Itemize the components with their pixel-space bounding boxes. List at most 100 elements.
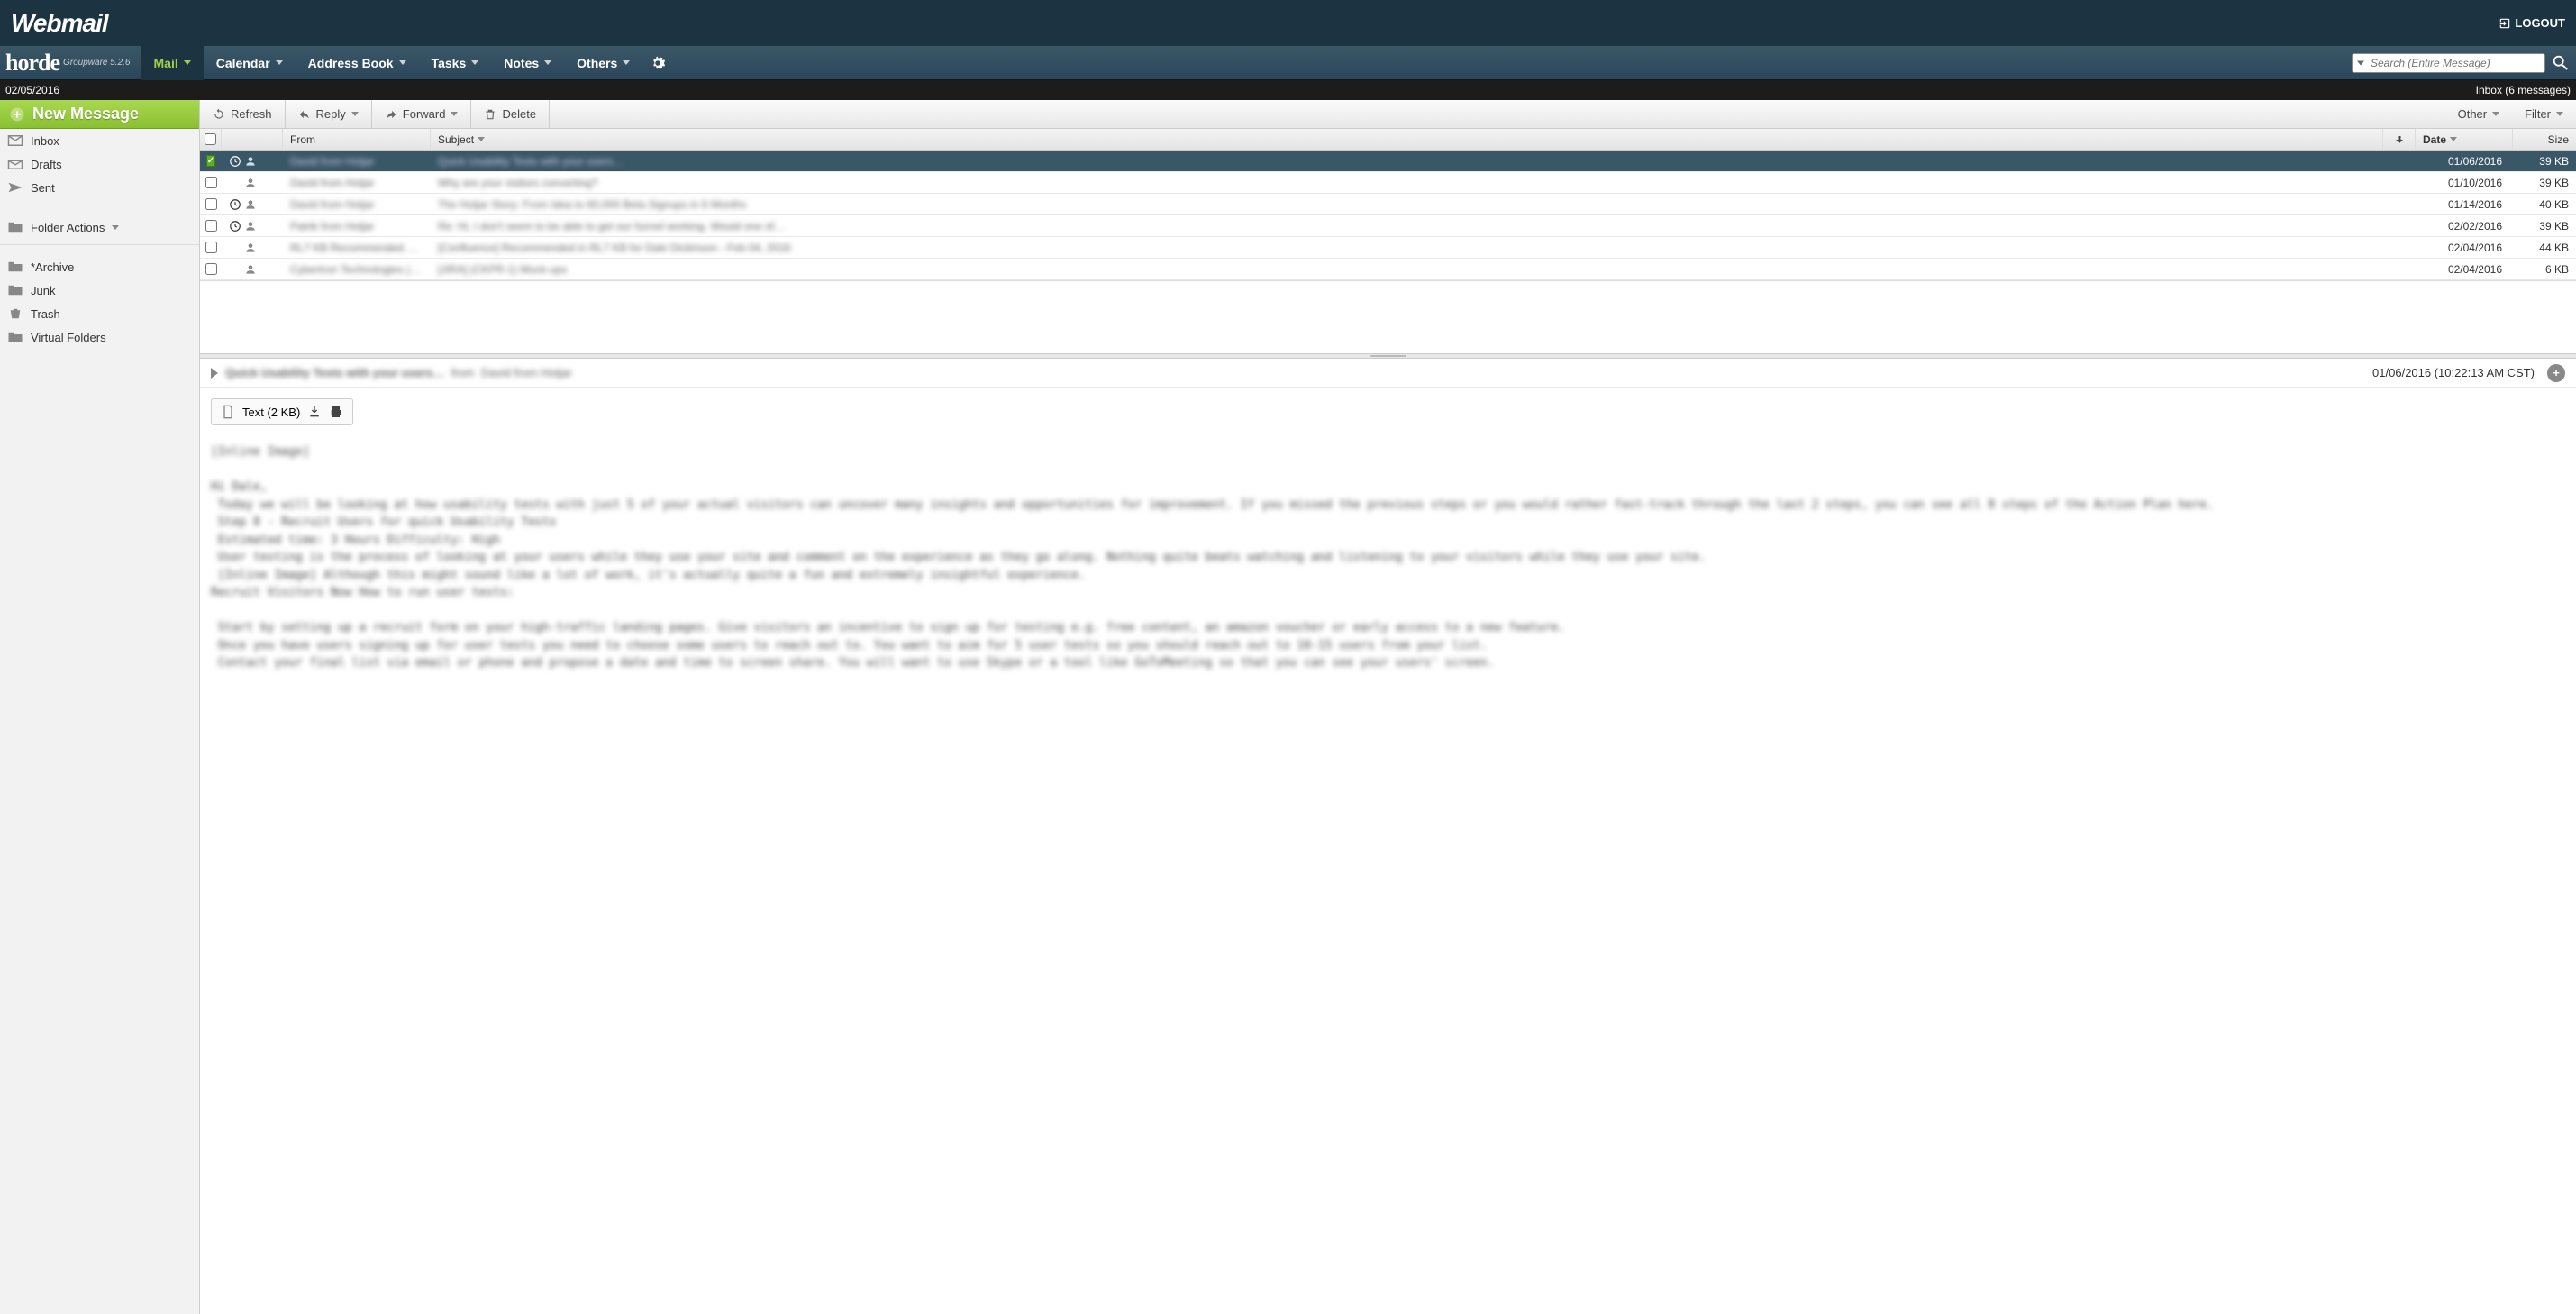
search-icon[interactable] bbox=[2551, 53, 2571, 73]
sidebar-inbox[interactable]: Inbox bbox=[0, 129, 199, 152]
clock-icon bbox=[229, 155, 241, 168]
search-caret-icon[interactable] bbox=[2357, 60, 2364, 65]
preview-pane: Quick Usability Tests with your users… f… bbox=[200, 359, 2576, 1314]
table-row[interactable]: Cybertron Technologies (… [JIRA] (CKPR-1)… bbox=[200, 259, 2576, 280]
filter-dropdown[interactable]: Filter bbox=[2512, 100, 2576, 128]
nav-others[interactable]: Others bbox=[564, 46, 642, 80]
size-text: 39 KB bbox=[2513, 172, 2576, 193]
navbar: horde Groupware 5.2.6 Mail Calendar Addr… bbox=[0, 46, 2576, 80]
column-size[interactable]: Size bbox=[2513, 129, 2576, 150]
horde-version: Groupware 5.2.6 bbox=[63, 58, 131, 68]
person-icon bbox=[244, 177, 257, 189]
add-icon[interactable]: + bbox=[2547, 364, 2565, 382]
caret-icon bbox=[2450, 137, 2457, 141]
folder-icon bbox=[7, 221, 23, 233]
delete-button[interactable]: Delete bbox=[471, 100, 550, 128]
caret-icon bbox=[399, 60, 406, 65]
date-text: 01/06/2016 bbox=[2416, 151, 2513, 171]
row-checkbox[interactable] bbox=[205, 263, 217, 275]
from-text: Cybertron Technologies (… bbox=[290, 263, 421, 276]
table-row[interactable]: ✓David from HotjarQuick Usability Tests … bbox=[200, 151, 2576, 172]
table-row[interactable]: Patrik from Hotjar Re: Hi, I don't seem t… bbox=[200, 215, 2576, 237]
nav-notes[interactable]: Notes bbox=[491, 46, 564, 80]
logout-button[interactable]: LOGOUT bbox=[2499, 16, 2565, 30]
row-checkbox[interactable] bbox=[205, 220, 217, 232]
nav-calendar[interactable]: Calendar bbox=[204, 46, 296, 80]
other-dropdown[interactable]: Other bbox=[2445, 100, 2513, 128]
person-icon bbox=[244, 263, 257, 276]
date-text: 01/14/2016 bbox=[2416, 194, 2513, 214]
folder-icon bbox=[7, 331, 23, 343]
select-all-checkbox[interactable] bbox=[205, 133, 216, 145]
message-list: ✓David from HotjarQuick Usability Tests … bbox=[200, 151, 2576, 281]
inbox-icon bbox=[7, 134, 23, 147]
print-icon[interactable] bbox=[329, 405, 343, 419]
nav-address-book[interactable]: Address Book bbox=[296, 46, 419, 80]
refresh-button[interactable]: Refresh bbox=[200, 100, 286, 128]
subject-text: [JIRA] (CKPR-1) Mock-ups bbox=[438, 263, 567, 276]
caret-icon bbox=[112, 225, 119, 230]
row-checkbox[interactable] bbox=[205, 198, 217, 210]
column-date[interactable]: Date bbox=[2416, 129, 2513, 150]
forward-button[interactable]: Forward bbox=[372, 100, 472, 128]
trash-icon bbox=[484, 108, 496, 121]
folder-actions-dropdown[interactable]: Folder Actions bbox=[0, 215, 199, 239]
person-icon bbox=[244, 155, 257, 168]
table-row[interactable]: David from Hotjar Why are your visitors c… bbox=[200, 172, 2576, 194]
column-from[interactable]: From bbox=[283, 129, 431, 150]
caret-icon bbox=[2556, 112, 2563, 116]
sidebar-virtual-folders[interactable]: Virtual Folders bbox=[0, 325, 199, 349]
sent-icon bbox=[7, 181, 23, 194]
caret-icon bbox=[351, 112, 359, 116]
download-icon[interactable] bbox=[307, 405, 322, 419]
caret-icon bbox=[276, 60, 283, 65]
table-row[interactable]: RL7 KB Recommended … [Confluence] Recomme… bbox=[200, 237, 2576, 259]
nav-mail[interactable]: Mail bbox=[141, 46, 204, 80]
current-date: 02/05/2016 bbox=[5, 84, 59, 96]
caret-icon bbox=[544, 60, 551, 65]
webmail-logo: Webmail bbox=[11, 9, 108, 38]
caret-icon bbox=[478, 137, 485, 141]
inbox-status: Inbox (6 messages) bbox=[2476, 84, 2571, 96]
drafts-icon bbox=[7, 158, 23, 170]
subject-text: Why are your visitors converting? bbox=[438, 177, 597, 189]
nav-tasks[interactable]: Tasks bbox=[419, 46, 492, 80]
search-input[interactable] bbox=[2352, 53, 2545, 73]
datebar: 02/05/2016 Inbox (6 messages) bbox=[0, 80, 2576, 100]
from-text: Patrik from Hotjar bbox=[290, 220, 374, 233]
subject-text: Re: Hi, I don't seem to be able to get o… bbox=[438, 220, 785, 233]
date-text: 02/02/2016 bbox=[2416, 215, 2513, 236]
from-text: David from Hotjar bbox=[290, 198, 374, 211]
sidebar-sent[interactable]: Sent bbox=[0, 176, 199, 199]
sidebar-trash[interactable]: Trash bbox=[0, 302, 199, 325]
column-subject[interactable]: Subject bbox=[431, 129, 2383, 150]
person-icon bbox=[244, 242, 257, 254]
expand-icon[interactable] bbox=[211, 368, 218, 379]
topbar: Webmail LOGOUT bbox=[0, 0, 2576, 46]
forward-icon bbox=[385, 108, 397, 121]
new-message-button[interactable]: New Message bbox=[0, 100, 199, 129]
caret-icon bbox=[471, 60, 478, 65]
date-text: 02/04/2016 bbox=[2416, 259, 2513, 279]
from-text: David from Hotjar bbox=[290, 177, 374, 189]
reply-button[interactable]: Reply bbox=[286, 100, 372, 128]
table-row[interactable]: David from HotjarThe Hotjar Story: From … bbox=[200, 194, 2576, 215]
search-wrap bbox=[2352, 53, 2571, 73]
sidebar-drafts[interactable]: Drafts bbox=[0, 152, 199, 176]
sidebar-archive[interactable]: *Archive bbox=[0, 255, 199, 278]
refresh-icon bbox=[213, 108, 225, 121]
gear-icon[interactable] bbox=[648, 53, 668, 73]
folder-icon bbox=[7, 284, 23, 297]
column-sort-arrow[interactable] bbox=[2383, 129, 2416, 150]
size-text: 40 KB bbox=[2513, 194, 2576, 214]
caret-icon bbox=[451, 112, 458, 116]
row-checkbox[interactable] bbox=[205, 242, 217, 253]
person-icon bbox=[244, 220, 257, 233]
from-text: RL7 KB Recommended … bbox=[290, 242, 417, 254]
row-checkbox[interactable] bbox=[205, 177, 217, 188]
sidebar-junk[interactable]: Junk bbox=[0, 278, 199, 302]
subject-text: [Confluence] Recommended in RL7 KB for D… bbox=[438, 242, 791, 254]
date-text: 02/04/2016 bbox=[2416, 237, 2513, 258]
size-text: 39 KB bbox=[2513, 215, 2576, 236]
row-checkbox[interactable]: ✓ bbox=[206, 155, 215, 167]
